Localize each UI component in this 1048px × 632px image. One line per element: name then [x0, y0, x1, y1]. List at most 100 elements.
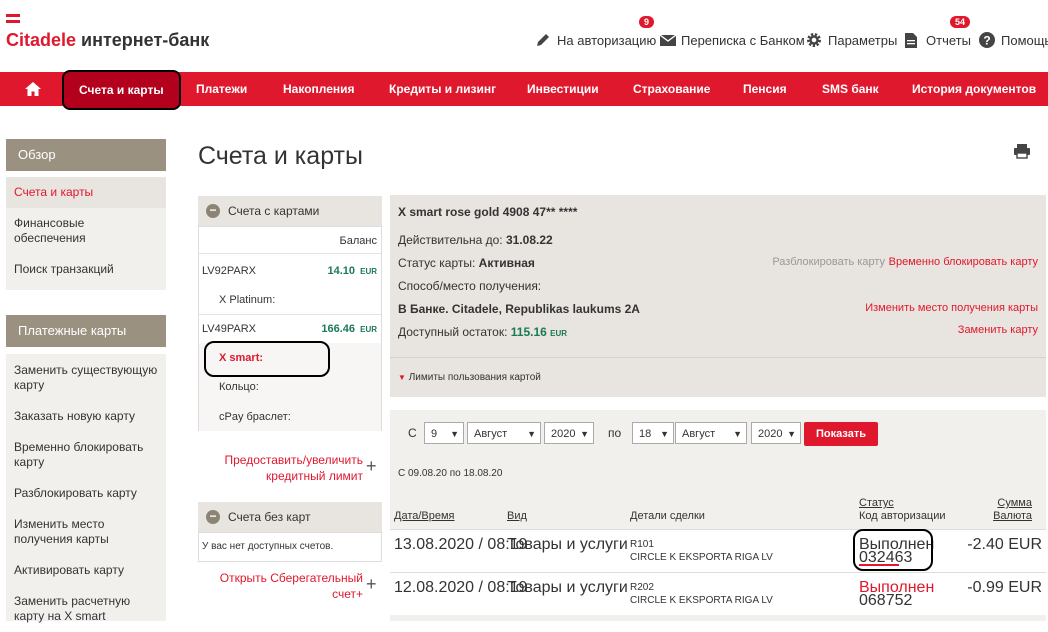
plus-icon[interactable]: +	[366, 574, 377, 595]
sidebar-item-accounts[interactable]: Счета и карты	[6, 177, 166, 208]
table-row[interactable]: 12.08.2020 / 08:19 Товары и услуги R202 …	[390, 572, 1046, 615]
highlight-oval	[853, 529, 933, 571]
from-day-select[interactable]: 9 ▼	[424, 422, 464, 444]
sidebar-item-collateral[interactable]: Финансовые обеспечения	[6, 208, 166, 254]
card-name[interactable]: X Platinum:	[219, 294, 275, 306]
sidebar-item-replace-xsmart[interactable]: Заменить расчетную карту на X smart	[6, 586, 166, 632]
unblock-card-link[interactable]: Разблокировать карту	[772, 256, 885, 268]
card-title: X smart rose gold 4908 47** ****	[398, 205, 578, 219]
balance-header: Баланс	[339, 235, 377, 247]
document-icon: 54	[904, 16, 971, 48]
status-column-header[interactable]: Статус	[859, 497, 894, 509]
from-month-select[interactable]: Август ▼	[467, 422, 541, 444]
card-status-row: Статус карты: Активная	[398, 256, 535, 270]
card-limits-label: Лимиты пользования картой	[408, 372, 541, 383]
settings-label: Параметры	[828, 32, 898, 48]
authorization-badge: 9	[639, 16, 655, 28]
to-year-select[interactable]: 2020 ▼	[751, 422, 801, 444]
row-amount: -0.99 EUR	[967, 579, 1042, 596]
print-icon[interactable]	[1013, 143, 1031, 159]
row-merchant: CIRCLE K EKSPORTA RIGA LV	[630, 595, 773, 606]
pencil-icon: 9	[535, 16, 655, 48]
accounts-without-cards-panel: − Счета без карт У вас нет доступных сче…	[198, 502, 382, 562]
help-label: Помощь	[1001, 32, 1048, 48]
authorization-link[interactable]: 9 На авторизацию	[535, 16, 656, 48]
type-column-header[interactable]: Вид	[507, 510, 527, 522]
credit-limit-link[interactable]: Предоставить/увеличить кредитный лимит	[215, 452, 363, 484]
row-type: Товары и услуги	[507, 536, 628, 553]
highlight-oval	[204, 341, 330, 377]
account-currency: EUR	[360, 267, 377, 276]
from-year-select[interactable]: 2020 ▼	[544, 422, 594, 444]
valid-label: Действительна до:	[398, 233, 503, 247]
table-row[interactable]: 13.08.2020 / 08:19 Товары и услуги R101 …	[390, 529, 1046, 572]
nav-investments[interactable]: Инвестиции	[527, 72, 599, 106]
replace-card-link[interactable]: Заменить карту	[958, 324, 1038, 336]
row-merchant: CIRCLE K EKSPORTA RIGA LV	[630, 552, 773, 563]
reports-label: Отчеты	[926, 32, 971, 48]
logo-bars-icon	[6, 14, 20, 26]
account-currency: EUR	[360, 325, 377, 334]
accounts-without-cards-header[interactable]: − Счета без карт	[198, 502, 382, 532]
sidebar-item-temp-block[interactable]: Временно блокировать карту	[6, 432, 166, 478]
open-savings-link[interactable]: Открыть Сберегательный счет+	[215, 570, 363, 602]
settings-link[interactable]: Параметры	[806, 32, 897, 48]
messages-link[interactable]: Переписка с Банком	[659, 32, 805, 48]
account-number[interactable]: LV92PARX	[202, 265, 256, 277]
nav-credits[interactable]: Кредиты и лизинг	[389, 72, 496, 106]
nav-payments[interactable]: Платежи	[196, 72, 247, 106]
accounts-without-cards-title: Счета без карт	[228, 510, 311, 524]
accounts-with-cards-title: Счета с картами	[228, 204, 320, 218]
account-number[interactable]: LV49PARX	[202, 323, 256, 335]
logo-brand: Citadele	[6, 30, 77, 50]
accounts-list: Баланс LV92PARX 14.10 EUR X Platinum: LV…	[198, 226, 382, 431]
account-amount: 166.46	[321, 323, 355, 335]
reports-badge: 54	[950, 16, 971, 28]
card-name[interactable]: cPay браслет:	[219, 411, 291, 423]
plus-icon[interactable]: +	[366, 456, 377, 477]
pickup-value: В Банке. Citadele, Republikas laukums 2A	[398, 302, 640, 316]
sidebar-item-replace-card[interactable]: Заменить существующую карту	[6, 354, 166, 401]
nav-sms-bank[interactable]: SMS банк	[822, 72, 879, 106]
row-ref: R202	[630, 582, 654, 593]
nav-pension[interactable]: Пенсия	[743, 72, 787, 106]
gear-icon	[806, 32, 822, 48]
logo-subtitle: интернет-банк	[81, 30, 210, 50]
collapse-icon: −	[206, 204, 220, 218]
sidebar-item-transaction-search[interactable]: Поиск транзакций	[6, 254, 166, 285]
show-button[interactable]: Показать	[804, 422, 878, 446]
card-limits-toggle[interactable]: ▼ Лимиты пользования картой	[398, 372, 541, 383]
help-link[interactable]: ? Помощь	[979, 32, 1048, 48]
to-day-select[interactable]: 18 ▼	[632, 422, 674, 444]
balance-value: 115.16	[510, 325, 547, 339]
change-place-link[interactable]: Изменить место получения карты	[865, 302, 1038, 314]
pickup-label: Способ/место получения:	[398, 279, 542, 293]
page-title: Счета и карты	[198, 142, 363, 170]
sidebar-item-change-place[interactable]: Изменить место получения карты	[6, 509, 166, 555]
help-icon: ?	[979, 32, 995, 48]
accounts-with-cards-header[interactable]: − Счета с картами	[198, 196, 382, 226]
nav-documents-history[interactable]: История документов	[912, 72, 1036, 106]
row-auth-code: 068752	[859, 592, 913, 609]
nav-insurance[interactable]: Страхование	[633, 72, 710, 106]
logo[interactable]: Citadele интернет-банк	[6, 30, 209, 51]
sidebar-item-order-card[interactable]: Заказать новую карту	[6, 401, 166, 432]
status-value: Активная	[478, 256, 535, 270]
home-icon[interactable]	[24, 81, 42, 97]
envelope-icon	[659, 32, 677, 48]
main-nav: Счета и карты Платежи Накопления Кредиты…	[0, 70, 1048, 110]
nav-savings[interactable]: Накопления	[283, 72, 355, 106]
sidebar-item-unblock[interactable]: Разблокировать карту	[6, 478, 166, 509]
card-name[interactable]: Кольцо:	[219, 381, 259, 393]
sidebar-item-activate[interactable]: Активировать карту	[6, 555, 166, 586]
nav-accounts-cards[interactable]: Счета и карты	[62, 70, 181, 110]
card-balance-row: Доступный остаток: 115.16 EUR	[398, 325, 567, 339]
amount-column-header[interactable]: Сумма	[997, 497, 1032, 509]
date-column-header[interactable]: Дата/Время	[394, 510, 455, 522]
balance-label: Доступный остаток:	[398, 325, 508, 339]
reports-link[interactable]: 54 Отчеты	[904, 16, 971, 48]
to-month-select[interactable]: Август ▼	[675, 422, 747, 444]
collapse-icon: −	[206, 510, 220, 524]
currency-column-header[interactable]: Валюта	[993, 510, 1032, 522]
temp-block-card-link[interactable]: Временно блокировать карту	[889, 256, 1038, 268]
